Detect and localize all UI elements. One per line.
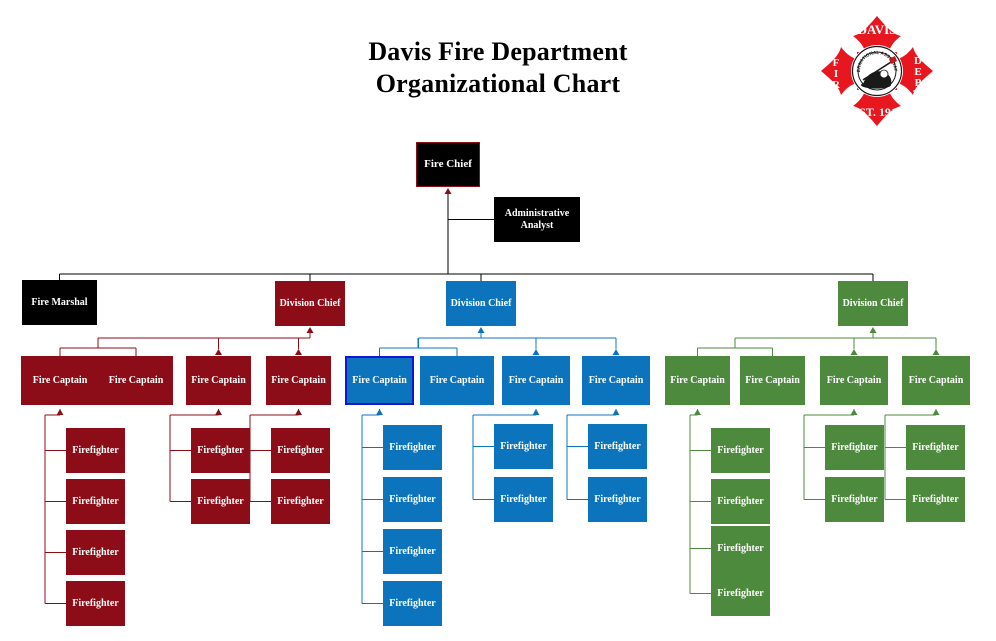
node-firefighter-3-1-4[interactable]: Firefighter	[711, 571, 770, 616]
node-label: Firefighter	[594, 493, 641, 505]
node-firefighter-1-1-3[interactable]: Firefighter	[66, 530, 125, 575]
node-fire-captain-1-3[interactable]: Fire Captain	[186, 356, 251, 405]
node-label: Fire Captain	[508, 374, 564, 386]
node-firefighter-2-1-4[interactable]: Firefighter	[383, 581, 442, 626]
node-label: Fire Captain	[745, 374, 800, 386]
node-firefighter-3-1-1[interactable]: Firefighter	[711, 428, 770, 473]
node-label: Division Chief	[842, 297, 904, 309]
node-label: Firefighter	[72, 444, 119, 456]
page-title: Davis Fire Department Organizational Cha…	[208, 36, 788, 99]
node-label: Fire Captain	[826, 374, 882, 386]
node-label: Firefighter	[72, 597, 119, 609]
node-label: Firefighter	[72, 546, 119, 558]
node-firefighter-1-3-2[interactable]: Firefighter	[271, 479, 330, 524]
node-fire-captain-3-4[interactable]: Fire Captain	[902, 356, 970, 405]
node-fire-captain-3-2[interactable]: Fire Captain	[740, 356, 805, 405]
node-label: Fire Captain	[670, 374, 725, 386]
logo-right-text-t: T.	[913, 88, 923, 100]
node-fire-captain-1-4[interactable]: Fire Captain	[266, 356, 331, 405]
node-fire-captain-3-1[interactable]: Fire Captain	[665, 356, 730, 405]
node-label: Firefighter	[500, 493, 547, 505]
node-fire-captain-3-3[interactable]: Fire Captain	[820, 356, 888, 405]
node-firefighter-2-1-3[interactable]: Firefighter	[383, 529, 442, 574]
fire-department-logo: DAVIS F I R E D E P T. EST. 1917 INTERNA…	[815, 8, 937, 130]
node-label: Firefighter	[717, 495, 764, 507]
node-fire-chief[interactable]: Fire Chief	[416, 142, 480, 187]
node-firefighter-1-1-1[interactable]: Firefighter	[66, 428, 125, 473]
node-firefighter-1-1-4[interactable]: Firefighter	[66, 581, 125, 626]
node-label: Fire Captain	[429, 374, 485, 386]
node-label: Firefighter	[197, 444, 244, 456]
node-firefighter-3-2-1[interactable]: Firefighter	[825, 425, 884, 470]
node-label: Fire Marshal	[31, 296, 88, 308]
node-label: Firefighter	[277, 444, 324, 456]
node-firefighter-2-1-1[interactable]: Firefighter	[383, 425, 442, 470]
node-label: Fire Chief	[424, 158, 472, 171]
node-firefighter-3-3-2[interactable]: Firefighter	[906, 477, 965, 522]
node-administrative-analyst[interactable]: Administrative Analyst	[494, 197, 580, 242]
title-line-2: Organizational Chart	[375, 68, 621, 98]
node-label: Firefighter	[277, 495, 324, 507]
node-label: Firefighter	[717, 542, 764, 554]
node-label: Firefighter	[717, 587, 764, 599]
node-division-chief-3[interactable]: Division Chief	[838, 281, 908, 326]
node-firefighter-3-1-3[interactable]: Firefighter	[711, 526, 770, 571]
node-firefighter-2-2-2[interactable]: Firefighter	[494, 477, 553, 522]
node-firefighter-2-3-2[interactable]: Firefighter	[588, 477, 647, 522]
node-division-chief-1[interactable]: Division Chief	[275, 281, 345, 326]
org-chart-canvas: Davis Fire Department Organizational Cha…	[0, 0, 996, 641]
node-label: Firefighter	[831, 441, 878, 453]
node-fire-captain-2-3[interactable]: Fire Captain	[502, 356, 570, 405]
node-label: Firefighter	[912, 441, 959, 453]
node-fire-captain-2-4[interactable]: Fire Captain	[582, 356, 650, 405]
node-label: Fire Captain	[352, 374, 407, 386]
node-label: Firefighter	[389, 545, 436, 557]
node-firefighter-3-1-2[interactable]: Firefighter	[711, 479, 770, 524]
node-label: Firefighter	[389, 597, 436, 609]
node-firefighter-1-3-1[interactable]: Firefighter	[271, 428, 330, 473]
node-fire-captain-2-1[interactable]: Fire Captain	[345, 356, 414, 405]
node-fire-captain-1-2[interactable]: Fire Captain	[99, 356, 173, 405]
node-label: Firefighter	[594, 440, 641, 452]
node-label: Division Chief	[279, 297, 341, 309]
node-label: Firefighter	[500, 440, 547, 452]
node-label: Firefighter	[197, 495, 244, 507]
node-division-chief-2[interactable]: Division Chief	[446, 281, 516, 326]
maltese-cross-icon: DAVIS F I R E D E P T. EST. 1917 INTERNA…	[815, 8, 933, 126]
node-label: Fire Captain	[32, 374, 88, 386]
node-fire-marshal[interactable]: Fire Marshal	[22, 280, 97, 325]
node-fire-captain-1-1[interactable]: Fire Captain	[21, 356, 99, 405]
node-label: Firefighter	[389, 493, 436, 505]
node-label: Administrative Analyst	[504, 207, 570, 231]
node-label: Division Chief	[450, 297, 512, 309]
node-label: Fire Captain	[191, 374, 246, 386]
node-label: Firefighter	[912, 493, 959, 505]
logo-left-text-e: E	[832, 90, 839, 102]
node-fire-captain-2-2[interactable]: Fire Captain	[420, 356, 494, 405]
logo-top-text: DAVIS	[858, 22, 897, 37]
logo-bottom-text: EST. 1917	[851, 105, 903, 119]
node-label: Fire Captain	[908, 374, 964, 386]
node-firefighter-1-2-1[interactable]: Firefighter	[191, 428, 250, 473]
node-firefighter-1-1-2[interactable]: Firefighter	[66, 479, 125, 524]
node-label: Firefighter	[389, 441, 436, 453]
node-firefighter-2-2-1[interactable]: Firefighter	[494, 424, 553, 469]
node-label: Fire Captain	[271, 374, 326, 386]
node-label: Firefighter	[717, 444, 764, 456]
node-firefighter-3-3-1[interactable]: Firefighter	[906, 425, 965, 470]
title-line-1: Davis Fire Department	[368, 37, 628, 66]
node-label: Fire Captain	[588, 374, 644, 386]
node-firefighter-2-1-2[interactable]: Firefighter	[383, 477, 442, 522]
node-firefighter-3-2-2[interactable]: Firefighter	[825, 477, 884, 522]
node-label: Firefighter	[831, 493, 878, 505]
node-firefighter-2-3-1[interactable]: Firefighter	[588, 424, 647, 469]
node-label: Fire Captain	[108, 374, 164, 386]
node-firefighter-1-2-2[interactable]: Firefighter	[191, 479, 250, 524]
node-label: Firefighter	[72, 495, 119, 507]
